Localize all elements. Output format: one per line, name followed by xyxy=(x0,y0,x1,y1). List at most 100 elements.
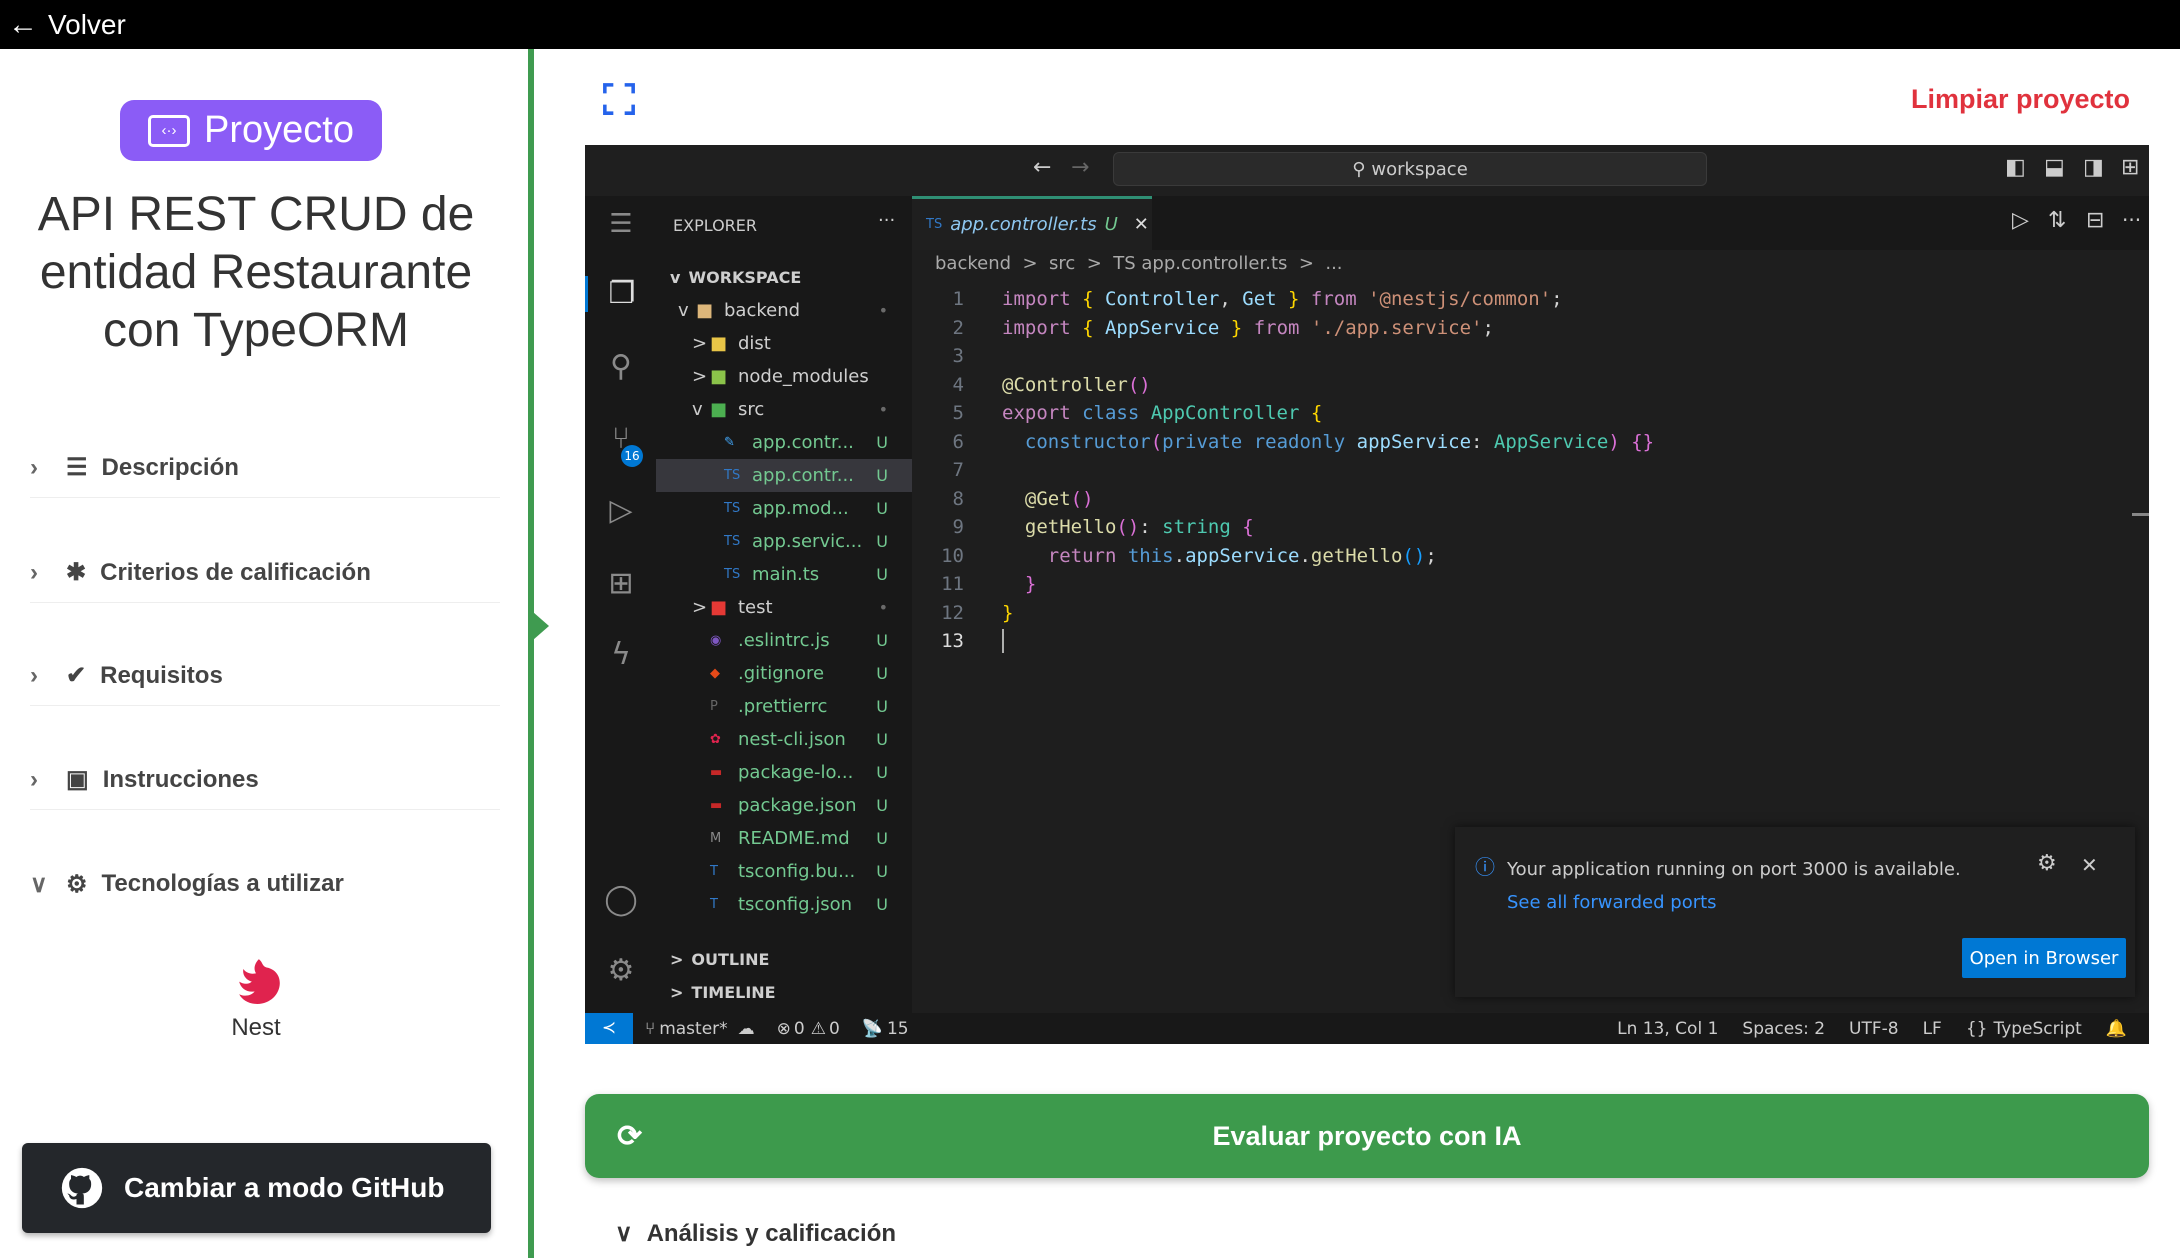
outline-label: OUTLINE xyxy=(691,950,770,969)
bell-icon[interactable]: 🔔 xyxy=(2106,1019,2127,1039)
file-tree-item[interactable]: TS main.ts U xyxy=(656,558,912,591)
extensions-icon[interactable]: ⊞ xyxy=(603,566,639,602)
run-icon[interactable]: ▷ xyxy=(2012,208,2029,233)
code-line[interactable]: 3 xyxy=(912,342,2149,371)
search-view-icon[interactable]: ⚲ xyxy=(603,349,639,385)
timeline-section[interactable]: > TIMELINE xyxy=(656,976,912,1009)
open-in-browser-button[interactable]: Open in Browser xyxy=(1962,938,2126,978)
code-line[interactable]: 11 } xyxy=(912,570,2149,599)
menu-icon[interactable]: ☰ xyxy=(603,206,639,242)
file-tree-item[interactable]: Ttsconfig.json U xyxy=(656,888,912,921)
folder-icon: ■ xyxy=(696,300,714,321)
branch-status[interactable]: master* xyxy=(659,1019,727,1039)
check-double-icon: ✔ xyxy=(66,662,87,689)
remote-icon[interactable]: ≺ xyxy=(585,1013,633,1044)
analysis-section-toggle[interactable]: ∨ Análisis y calificación xyxy=(615,1219,896,1248)
file-tree-item[interactable]: > ■ node_modules xyxy=(656,360,912,393)
section-descripción[interactable]: › ☰ Descripción xyxy=(30,438,500,498)
code-line[interactable]: 10 return this. appService. getHello(); xyxy=(912,542,2149,571)
settings-gear-icon[interactable]: ⚙ xyxy=(603,953,639,989)
file-tree-item[interactable]: ▬ package.json U xyxy=(656,789,912,822)
nav-back-icon[interactable]: ← xyxy=(1033,155,1051,180)
toggle-secondary-sidebar-icon[interactable]: ◨ xyxy=(2083,155,2104,180)
file-tree-item[interactable]: P .prettierrc U xyxy=(656,690,912,723)
workspace-header[interactable]: v WORKSPACE xyxy=(656,261,912,294)
back-arrow-icon[interactable]: ← xyxy=(8,8,38,42)
run-debug-icon[interactable]: ▷ xyxy=(603,493,639,529)
code-line[interactable]: 13 xyxy=(912,627,2149,656)
code-line[interactable]: 7 xyxy=(912,456,2149,485)
file-status: U xyxy=(876,466,888,485)
thunder-icon[interactable]: ϟ xyxy=(603,637,639,673)
file-tree-item[interactable]: > ■ dist xyxy=(656,327,912,360)
section-requisitos[interactable]: › ✔ Requisitos xyxy=(30,646,500,706)
file-tree-item[interactable]: M README.md U xyxy=(656,822,912,855)
account-icon[interactable]: ◯ xyxy=(603,882,639,918)
more-actions-icon[interactable]: ··· xyxy=(878,210,895,231)
collapse-handle-icon[interactable] xyxy=(533,612,549,640)
chevron-right-icon: › xyxy=(30,765,38,793)
toggle-sidebar-icon[interactable]: ◧ xyxy=(2005,155,2026,180)
file-tree-item[interactable]: ◆ .gitignore U xyxy=(656,657,912,690)
customize-layout-icon[interactable]: ⊞ xyxy=(2121,155,2139,180)
section-tecnologías[interactable]: ∨ ⚙ Tecnologías a utilizar xyxy=(30,854,500,914)
line-number: 4 xyxy=(952,373,964,396)
close-tab-icon[interactable]: ✕ xyxy=(1134,214,1149,235)
code-line[interactable]: 5 export class AppController { xyxy=(912,399,2149,428)
file-tree-item[interactable]: v ■ src • xyxy=(656,393,912,426)
code-line[interactable]: 8 @Get() xyxy=(912,485,2149,514)
forwarded-ports-link[interactable]: See all forwarded ports xyxy=(1507,892,1717,913)
code-line[interactable]: 12} xyxy=(912,599,2149,628)
encoding[interactable]: UTF-8 xyxy=(1849,1019,1899,1039)
file-tree-item[interactable]: TS app.mod... U xyxy=(656,492,912,525)
file-tree-item[interactable]: TS app.servic... U xyxy=(656,525,912,558)
section-criterios[interactable]: › ✱ Criterios de calificación xyxy=(30,543,500,603)
file-tree-item[interactable]: ▬ package-lo... U xyxy=(656,756,912,789)
file-tree-item[interactable]: ✎ app.contr... U xyxy=(656,426,912,459)
typescript-file-icon: TS xyxy=(926,217,943,232)
warning-count[interactable]: 0 xyxy=(829,1019,840,1039)
explorer-icon[interactable]: ❐ xyxy=(585,276,656,312)
sync-icon[interactable]: ☁ xyxy=(738,1019,755,1039)
tab-app-controller[interactable]: TS app.controller.ts U ✕ xyxy=(912,196,1152,250)
cursor-position[interactable]: Ln 13, Col 1 xyxy=(1617,1019,1718,1039)
nav-forward-icon[interactable]: → xyxy=(1071,155,1089,180)
code-line[interactable]: 6 constructor(private readonly appServic… xyxy=(912,428,2149,457)
ports-count[interactable]: 15 xyxy=(887,1019,909,1039)
notification-close-icon[interactable]: ✕ xyxy=(2081,853,2098,877)
indentation[interactable]: Spaces: 2 xyxy=(1742,1019,1825,1039)
file-tree-item[interactable]: Ttsconfig.bu... U xyxy=(656,855,912,888)
evaluate-ai-button[interactable]: ⟳ Evaluar proyecto con IA xyxy=(585,1094,2149,1178)
file-tree-item[interactable]: ✿ nest-cli.json U xyxy=(656,723,912,756)
toggle-panel-icon[interactable]: ⬓ xyxy=(2044,155,2065,180)
error-count[interactable]: 0 xyxy=(794,1019,805,1039)
file-tree-item[interactable]: v ■ backend • xyxy=(656,294,912,327)
explorer-title: EXPLORER xyxy=(673,216,757,235)
clean-project-button[interactable]: Limpiar proyecto xyxy=(1911,84,2130,115)
scrollbar-marker[interactable] xyxy=(2132,513,2149,516)
github-mode-button[interactable]: Cambiar a modo GitHub xyxy=(22,1143,491,1233)
language-mode[interactable]: TypeScript xyxy=(1993,1019,2081,1039)
editor-more-icon[interactable]: ··· xyxy=(2122,208,2141,232)
file-tree-item[interactable]: ◉ .eslintrc.js U xyxy=(656,624,912,657)
end-of-line[interactable]: LF xyxy=(1923,1019,1942,1039)
panel-divider[interactable] xyxy=(528,49,534,1258)
breadcrumb[interactable]: backend > src > TS app.controller.ts > .… xyxy=(935,253,1343,274)
code-line[interactable]: 4 @Controller() xyxy=(912,371,2149,400)
code-line[interactable]: 2 import { AppService } from './app.servi… xyxy=(912,314,2149,343)
code-line[interactable]: 9 getHello(): string { xyxy=(912,513,2149,542)
command-search-input[interactable]: ⚲ workspace xyxy=(1113,152,1707,186)
code-line[interactable]: 1 import { Controller, Get } from '@nestj… xyxy=(912,285,2149,314)
notification-settings-icon[interactable]: ⚙ xyxy=(2037,851,2057,876)
section-instrucciones[interactable]: › ▣ Instrucciones xyxy=(30,750,500,810)
file-tree-item[interactable]: TS app.contr... U xyxy=(656,459,912,492)
badge-label: Proyecto xyxy=(204,109,354,151)
code-token: from xyxy=(1299,288,1369,311)
compare-changes-icon[interactable]: ⇅ xyxy=(2048,208,2066,233)
outline-section[interactable]: > OUTLINE xyxy=(656,943,912,976)
split-editor-icon[interactable]: ⊟ xyxy=(2086,208,2104,233)
file-tree-item[interactable]: > ■ test • xyxy=(656,591,912,624)
fullscreen-icon[interactable] xyxy=(602,82,636,116)
code-token: string xyxy=(1162,516,1243,539)
back-link[interactable]: Volver xyxy=(48,9,126,41)
